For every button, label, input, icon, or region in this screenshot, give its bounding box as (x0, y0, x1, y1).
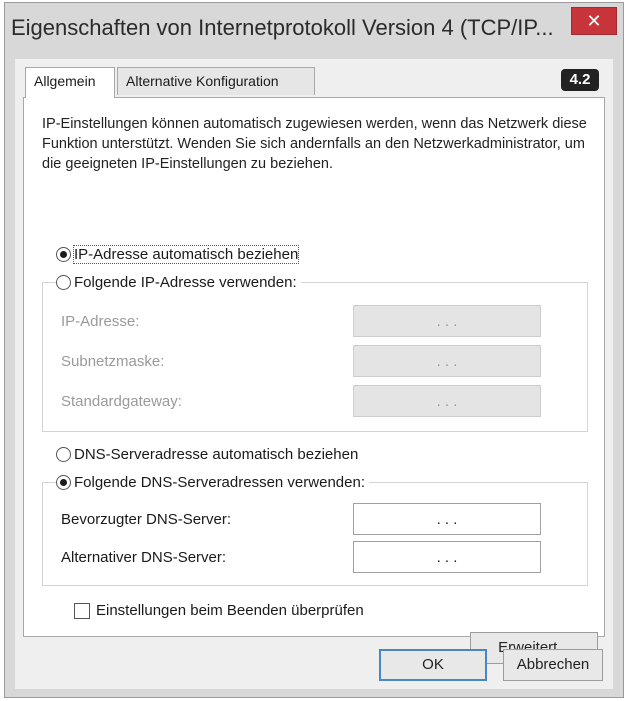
tab-label: Allgemein (34, 73, 96, 89)
window-title: Eigenschaften von Internetprotokoll Vers… (11, 15, 554, 40)
preferred-dns-field[interactable]: . . . (353, 503, 541, 535)
subnet-mask-field[interactable]: . . . (353, 345, 541, 377)
cancel-button[interactable]: Abbrechen (503, 649, 603, 681)
radio-button-checked[interactable] (56, 247, 71, 262)
default-gateway-label: Standardgateway: (61, 393, 182, 410)
close-icon: ✕ (586, 11, 602, 31)
alternate-dns-label: Alternativer DNS-Server: (61, 549, 227, 566)
tab-panel-allgemein: IP-Einstellungen können automatisch zuge… (23, 97, 605, 664)
radio-button-checked[interactable] (56, 475, 71, 490)
title-bar[interactable]: Eigenschaften von Internetprotokoll Vers… (5, 3, 623, 55)
default-gateway-field[interactable]: . . . (353, 385, 541, 417)
ip-auto-label: IP-Adresse automatisch beziehen (72, 245, 300, 264)
radio-button[interactable] (56, 447, 71, 462)
alternate-dns-field[interactable]: . . . (353, 541, 541, 573)
ip-auto-radio[interactable]: IP-Adresse automatisch beziehen (56, 245, 300, 264)
validate-on-exit-label: Einstellungen beim Beenden überprüfen (96, 602, 364, 619)
dns-manual-radio[interactable]: Folgende DNS-Serveradressen verwenden: (56, 474, 369, 491)
tab-label: Alternative Konfiguration (126, 73, 279, 89)
checkbox[interactable] (74, 602, 90, 619)
ip-address-field[interactable]: . . . (353, 305, 541, 337)
dialog-client-area: Allgemein Alternative Konfiguration 4.2 … (15, 59, 613, 689)
preferred-dns-value: . . . (436, 510, 458, 528)
close-button[interactable]: ✕ (571, 7, 617, 35)
subnet-mask-label: Subnetzmaske: (61, 353, 165, 370)
dns-manual-label: Folgende DNS-Serveradressen verwenden: (74, 474, 365, 491)
ip-address-value: . . . (436, 312, 458, 330)
ip-address-label: IP-Adresse: (61, 313, 140, 330)
step-badge: 4.2 (561, 69, 599, 91)
dns-auto-label: DNS-Serveradresse automatisch beziehen (74, 446, 359, 463)
radio-button[interactable] (56, 275, 71, 290)
description-text: IP-Einstellungen können automatisch zuge… (42, 116, 587, 172)
ok-button[interactable]: OK (379, 649, 487, 681)
validate-on-exit-checkbox[interactable]: Einstellungen beim Beenden überprüfen (74, 602, 364, 619)
preferred-dns-label: Bevorzugter DNS-Server: (61, 511, 232, 528)
default-gateway-value: . . . (436, 392, 458, 410)
subnet-mask-value: . . . (436, 352, 458, 370)
dialog-window: Eigenschaften von Internetprotokoll Vers… (4, 2, 624, 698)
dns-auto-radio[interactable]: DNS-Serveradresse automatisch beziehen (56, 446, 358, 463)
ip-manual-group: IP-Adresse: . . . Subnetzmaske: . . . St… (42, 282, 588, 432)
alternate-dns-value: . . . (436, 548, 458, 566)
ok-button-label: OK (422, 656, 444, 673)
cancel-button-label: Abbrechen (516, 656, 590, 673)
tab-allgemein[interactable]: Allgemein (25, 67, 115, 98)
ip-manual-radio[interactable]: Folgende IP-Adresse verwenden: (56, 274, 301, 291)
ip-manual-label: Folgende IP-Adresse verwenden: (74, 274, 297, 291)
tab-alternative-konfiguration[interactable]: Alternative Konfiguration (117, 67, 315, 95)
dns-manual-group: Bevorzugter DNS-Server: . . . Alternativ… (42, 482, 588, 586)
